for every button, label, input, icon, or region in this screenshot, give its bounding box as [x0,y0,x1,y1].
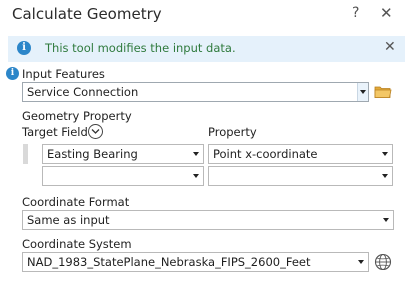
chevron-down-icon [383,218,389,222]
close-button[interactable]: ✕ [380,4,393,22]
chevron-down-icon [193,152,199,156]
coordinate-system-label: Coordinate System [22,237,132,251]
coordinate-format-dropdown[interactable]: Same as input [22,210,394,230]
help-button[interactable]: ? [352,5,359,21]
input-features-dropdown[interactable]: Service Connection [22,82,369,102]
target-field-value: Easting Bearing [47,147,138,161]
coordinate-system-value: NAD_1983_StatePlane_Nebraska_FIPS_2600_F… [27,255,311,269]
input-features-value: Service Connection [27,85,139,99]
input-features-label: Input Features [22,67,105,81]
property-dropdown[interactable]: Point x-coordinate [208,144,393,164]
chevron-down-icon [193,174,199,178]
info-message-bar: i This tool modifies the input data. ✕ [8,36,405,62]
dropdown-arrow-box [357,83,368,101]
coordinate-format-label: Coordinate Format [22,195,130,209]
chevron-down-icon [358,260,364,264]
dialog-title: Calculate Geometry [12,5,162,23]
property-dropdown-empty[interactable] [208,166,393,186]
info-message-text: This tool modifies the input data. [45,41,236,55]
title-bar: Calculate Geometry ? ✕ [0,0,405,32]
target-field-dropdown-empty[interactable] [42,166,204,186]
chevron-down-icon [360,90,366,94]
geometry-property-label: Geometry Property [22,109,132,123]
coordinate-format-value: Same as input [27,213,110,227]
chevron-down-icon [382,152,388,156]
globe-icon[interactable] [374,253,392,275]
info-close-button[interactable]: ✕ [384,39,396,55]
coordinate-system-dropdown[interactable]: NAD_1983_StatePlane_Nebraska_FIPS_2600_F… [22,252,369,272]
target-field-header: Target Field [22,125,88,139]
required-info-icon[interactable]: i [6,67,19,80]
property-header: Property [208,125,257,139]
folder-icon[interactable] [374,84,392,103]
chevron-down-icon[interactable] [88,124,103,139]
chevron-down-icon [382,174,388,178]
row-drag-handle[interactable] [23,144,28,164]
property-value: Point x-coordinate [213,147,318,161]
info-icon: i [17,41,31,55]
target-field-dropdown[interactable]: Easting Bearing [42,144,204,164]
